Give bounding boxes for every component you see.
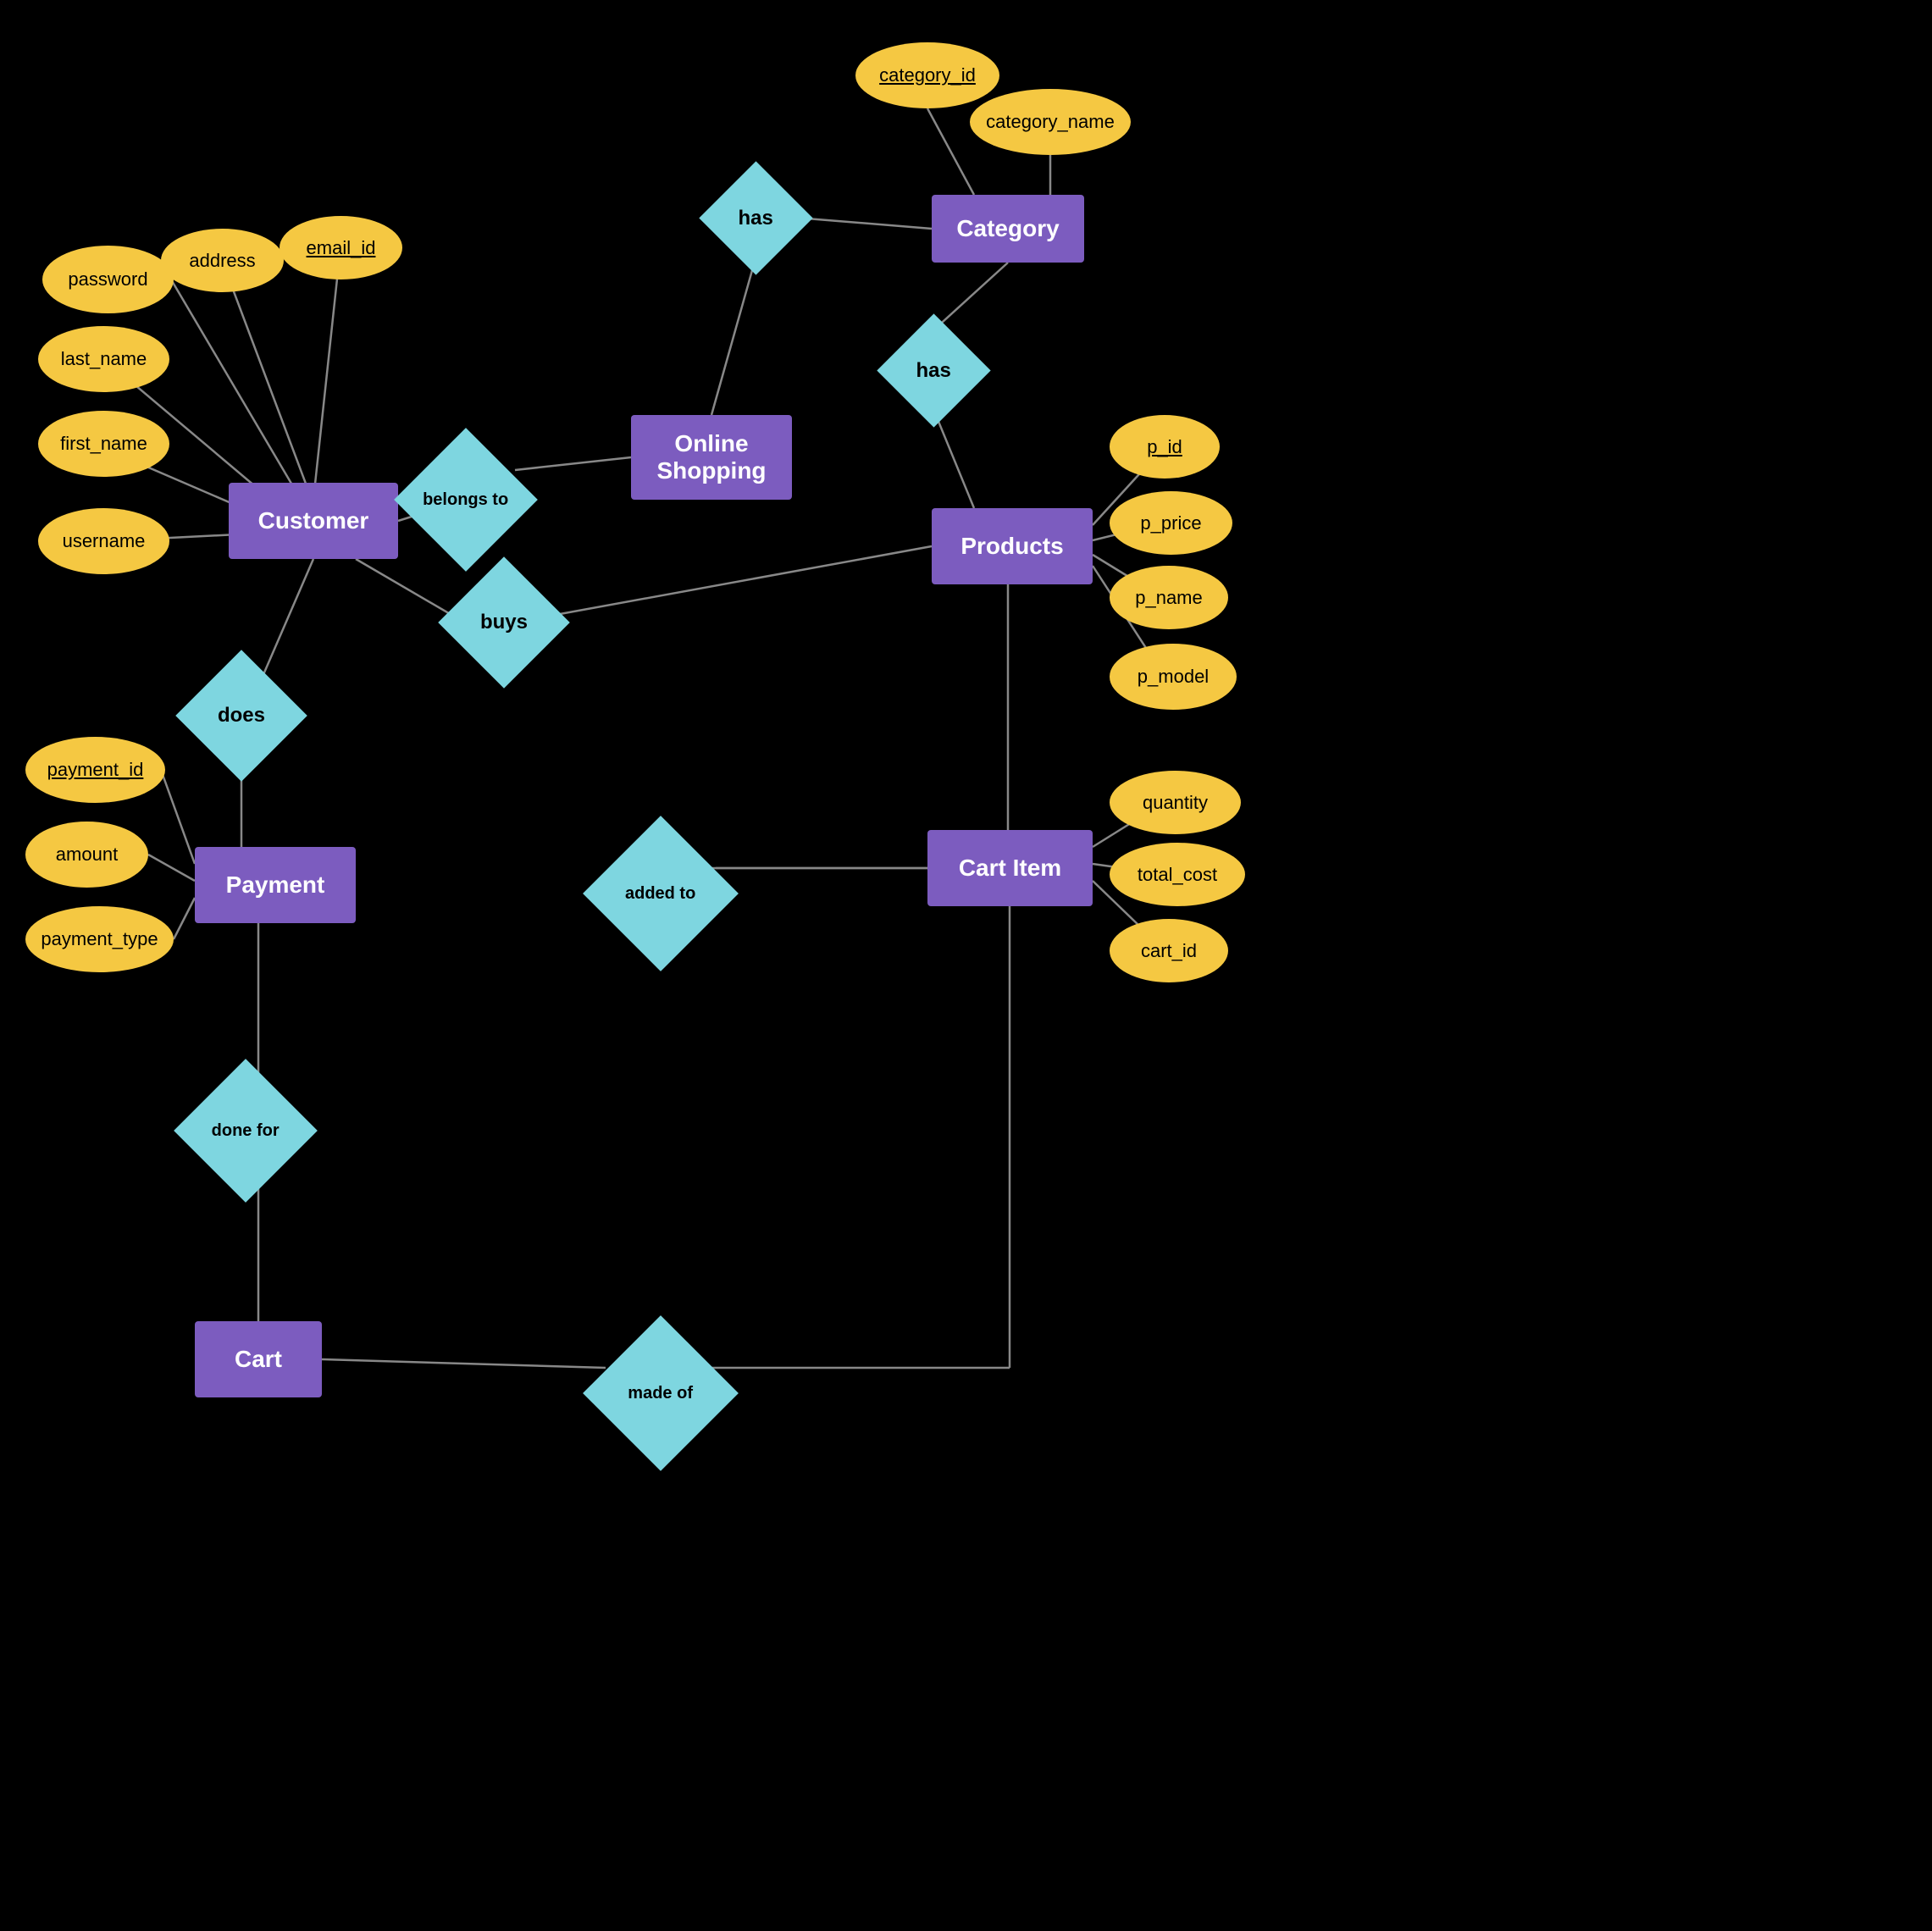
attr-cart-id: cart_id [1110, 919, 1228, 982]
rel-has-top: has [699, 161, 812, 274]
attr-category-name: category_name [970, 89, 1131, 155]
attr-p-id: p_id [1110, 415, 1220, 479]
attr-email-id: email_id [280, 216, 402, 279]
attr-p-name: p_name [1110, 566, 1228, 629]
rel-belongs-to: belongs to [394, 428, 538, 572]
attr-password: password [42, 246, 174, 313]
entity-cart-item: Cart Item [927, 830, 1093, 906]
attr-p-price: p_price [1110, 491, 1232, 555]
rel-does: does [175, 650, 307, 782]
rel-done-for: done for [174, 1059, 318, 1203]
entity-online-shopping: Online Shopping [631, 415, 792, 500]
rel-buys: buys [438, 556, 570, 689]
attr-last-name: last_name [38, 326, 169, 392]
rel-added-to: added to [583, 816, 739, 971]
rel-made-of: made of [583, 1315, 739, 1471]
attr-category-id: category_id [855, 42, 999, 108]
attr-quantity: quantity [1110, 771, 1241, 834]
attr-payment-type: payment_type [25, 906, 174, 972]
entity-payment: Payment [195, 847, 356, 923]
entity-products: Products [932, 508, 1093, 584]
entity-customer: Customer [229, 483, 398, 559]
entity-cart: Cart [195, 1321, 322, 1397]
attr-total-cost: total_cost [1110, 843, 1245, 906]
attr-address: address [161, 229, 284, 292]
attr-amount: amount [25, 822, 148, 888]
attr-payment-id: payment_id [25, 737, 165, 803]
er-diagram: Customer Online Shopping Category Produc… [0, 0, 1932, 1931]
attr-p-model: p_model [1110, 644, 1237, 710]
entity-category: Category [932, 195, 1084, 263]
connection-lines [0, 0, 1932, 1931]
rel-has-right: has [877, 313, 990, 427]
attr-username: username [38, 508, 169, 574]
attr-first-name: first_name [38, 411, 169, 477]
